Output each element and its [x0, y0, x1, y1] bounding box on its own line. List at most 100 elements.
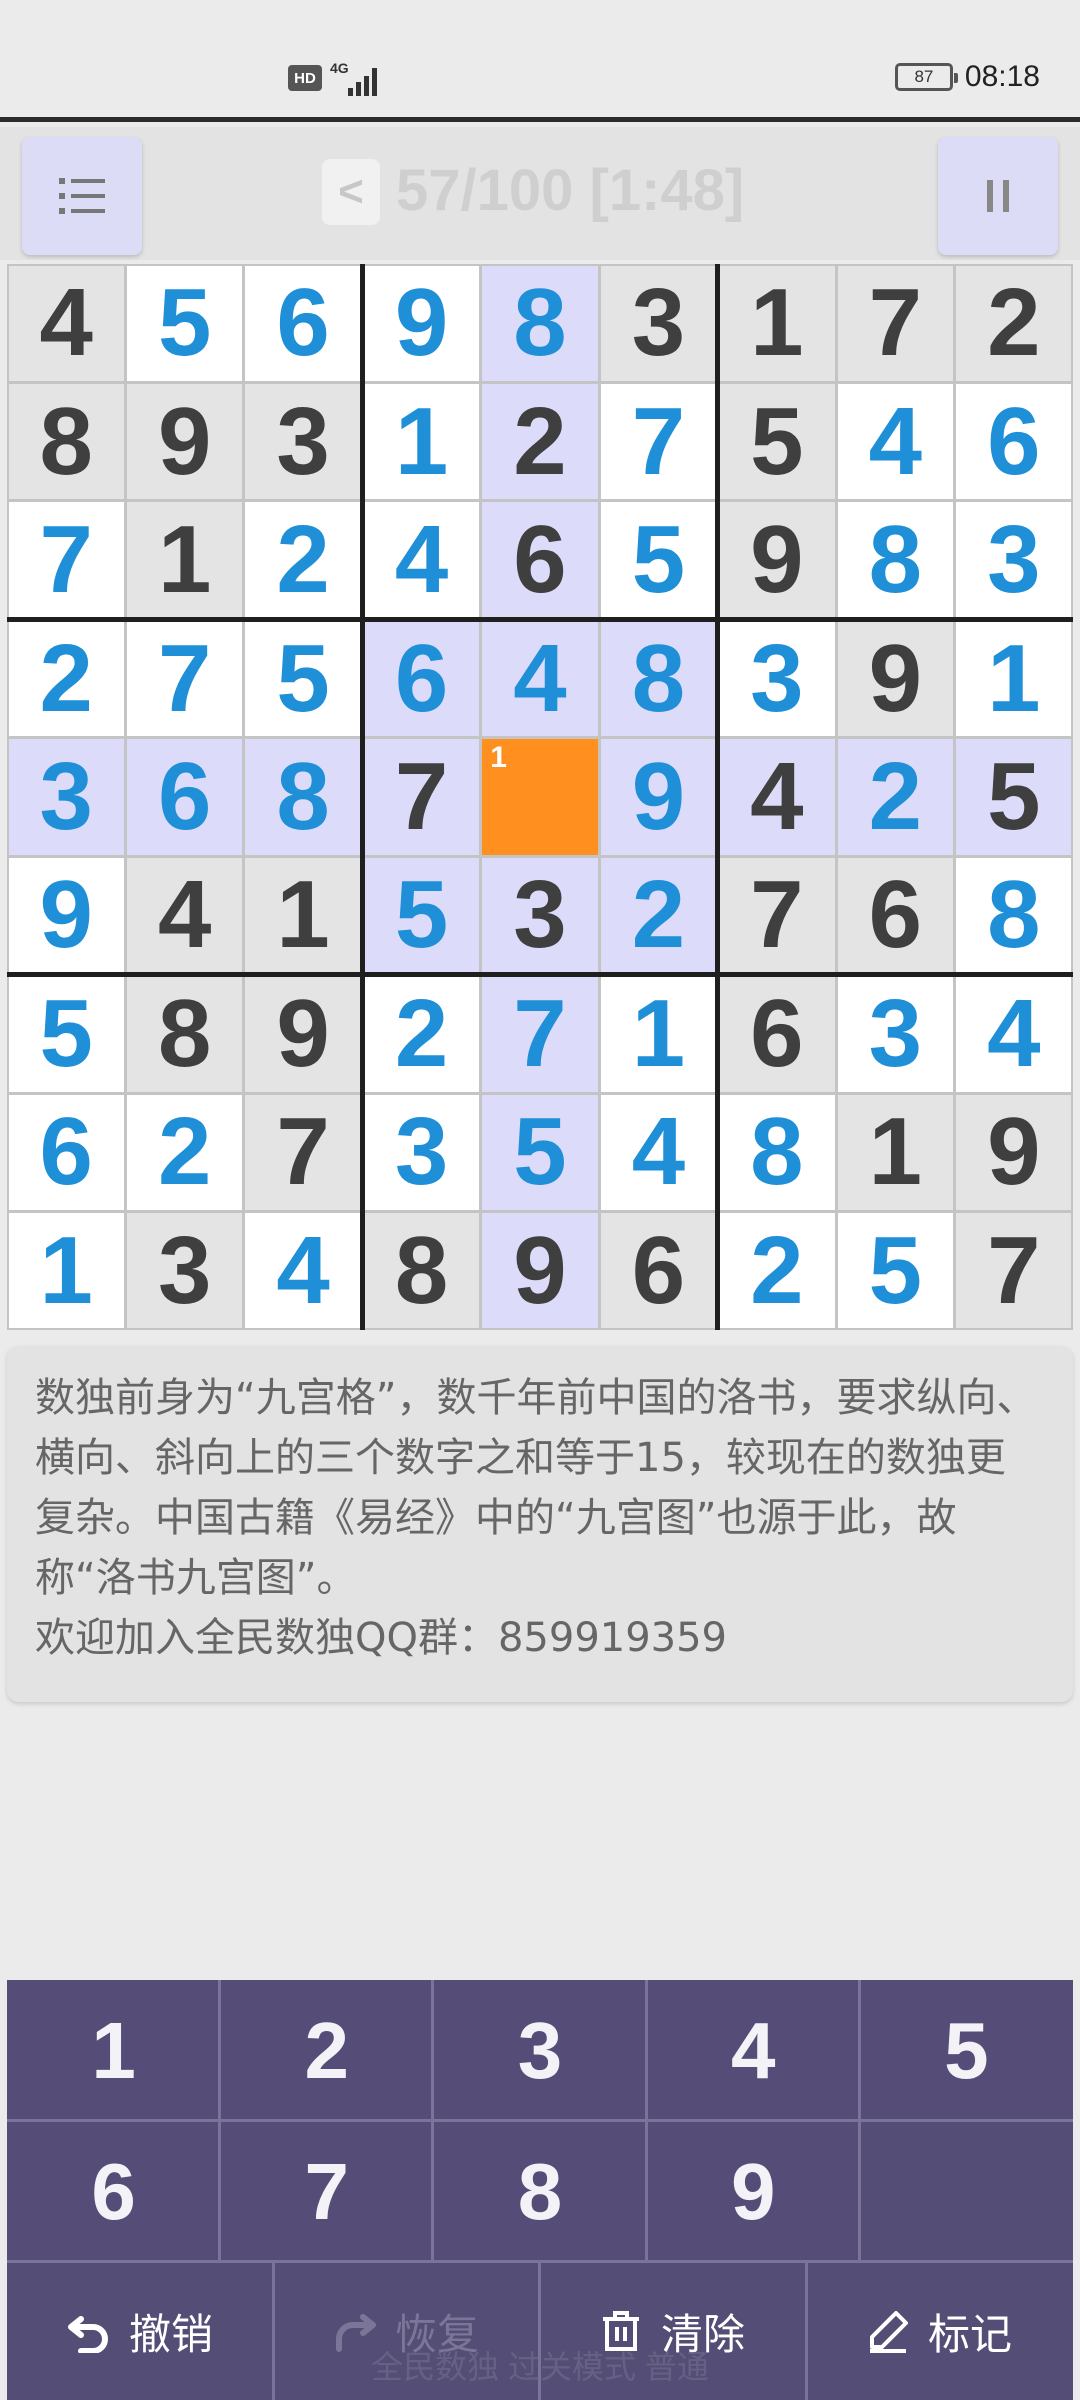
sudoku-cell-r3c4[interactable]: 4: [363, 502, 480, 618]
sudoku-cell-r7c3[interactable]: 9: [245, 976, 361, 1092]
sudoku-cell-r7c8[interactable]: 3: [837, 976, 954, 1092]
sudoku-cell-r1c5[interactable]: 8: [482, 265, 598, 381]
sudoku-cell-r7c7[interactable]: 6: [719, 976, 835, 1092]
menu-button[interactable]: [22, 137, 142, 255]
previous-level-button[interactable]: <: [322, 159, 380, 225]
sudoku-cell-r6c4[interactable]: 5: [363, 857, 480, 974]
sudoku-cell-r8c2[interactable]: 2: [126, 1094, 243, 1211]
sudoku-cell-r6c1[interactable]: 9: [8, 857, 124, 974]
sudoku-cell-r6c6[interactable]: 2: [600, 857, 717, 974]
sudoku-cell-r4c2[interactable]: 7: [126, 620, 243, 737]
sudoku-cell-r8c4[interactable]: 3: [363, 1094, 480, 1211]
sudoku-cell-r6c8[interactable]: 6: [837, 857, 954, 974]
sudoku-cell-r8c5[interactable]: 5: [482, 1094, 598, 1211]
sudoku-cell-r3c2[interactable]: 1: [126, 502, 243, 618]
sudoku-cell-r3c7[interactable]: 9: [719, 502, 835, 618]
sudoku-cell-r2c5[interactable]: 2: [482, 383, 598, 500]
sudoku-cell-r1c2[interactable]: 5: [126, 265, 243, 381]
pause-button[interactable]: [938, 137, 1058, 255]
sudoku-cell-r6c2[interactable]: 4: [126, 857, 243, 974]
signal-icon: 4G: [330, 60, 386, 96]
sudoku-cell-r4c5[interactable]: 4: [482, 620, 598, 737]
sudoku-cell-r1c1[interactable]: 4: [8, 265, 124, 381]
sudoku-cell-r1c9[interactable]: 2: [956, 265, 1072, 381]
sudoku-cell-r1c4[interactable]: 9: [363, 265, 480, 381]
number-keypad: 987654321 撤销 恢复 清除 标记: [7, 1980, 1073, 2400]
sudoku-cell-r5c9[interactable]: 5: [956, 739, 1072, 855]
sudoku-cell-r1c8[interactable]: 7: [837, 265, 954, 381]
sudoku-cell-r2c3[interactable]: 3: [245, 383, 361, 500]
sudoku-cell-r2c6[interactable]: 7: [600, 383, 717, 500]
sudoku-cell-r9c7[interactable]: 2: [719, 1213, 835, 1329]
sudoku-cell-r2c1[interactable]: 8: [8, 383, 124, 500]
sudoku-cell-r5c3[interactable]: 8: [245, 739, 361, 855]
sudoku-cell-r2c2[interactable]: 9: [126, 383, 243, 500]
digit-key-7[interactable]: 7: [220, 2121, 434, 2262]
sudoku-cell-r4c9[interactable]: 1: [956, 620, 1072, 737]
sudoku-cell-r9c6[interactable]: 6: [600, 1213, 717, 1329]
sudoku-cell-r2c4[interactable]: 1: [363, 383, 480, 500]
sudoku-cell-r9c8[interactable]: 5: [837, 1213, 954, 1329]
sudoku-cell-r7c1[interactable]: 5: [8, 976, 124, 1092]
keypad-divider: [431, 2121, 435, 2262]
sudoku-cell-r8c7[interactable]: 8: [719, 1094, 835, 1211]
digit-key-9[interactable]: 9: [646, 2121, 860, 2262]
sudoku-cell-r6c3[interactable]: 1: [245, 857, 361, 974]
sudoku-cell-r5c6[interactable]: 9: [600, 739, 717, 855]
sudoku-cell-r7c6[interactable]: 1: [600, 976, 717, 1092]
sudoku-cell-r4c8[interactable]: 9: [837, 620, 954, 737]
sudoku-cell-r9c1[interactable]: 1: [8, 1213, 124, 1329]
digit-key-5[interactable]: 5: [859, 1980, 1073, 2121]
sudoku-cell-r8c3[interactable]: 7: [245, 1094, 361, 1211]
sudoku-cell-r9c5[interactable]: 9: [482, 1213, 598, 1329]
digit-key-6[interactable]: 6: [7, 2121, 221, 2262]
sudoku-cell-r9c2[interactable]: 3: [126, 1213, 243, 1329]
sudoku-cell-r6c7[interactable]: 7: [719, 857, 835, 974]
sudoku-cell-r3c9[interactable]: 3: [956, 502, 1072, 618]
sudoku-cell-r8c8[interactable]: 1: [837, 1094, 954, 1211]
keypad-divider: [857, 2121, 861, 2262]
sudoku-cell-r4c1[interactable]: 2: [8, 620, 124, 737]
sudoku-cell-r3c3[interactable]: 2: [245, 502, 361, 618]
digit-key-3[interactable]: 3: [433, 1980, 647, 2121]
digit-key-8[interactable]: 8: [433, 2121, 647, 2262]
sudoku-cell-r3c6[interactable]: 5: [600, 502, 717, 618]
sudoku-cell-r8c6[interactable]: 4: [600, 1094, 717, 1211]
digit-key-4[interactable]: 4: [646, 1980, 860, 2121]
sudoku-cell-r8c1[interactable]: 6: [8, 1094, 124, 1211]
sudoku-cell-r2c9[interactable]: 6: [956, 383, 1072, 500]
digit-key-1[interactable]: 1: [7, 1980, 221, 2121]
sudoku-cell-r3c5[interactable]: 6: [482, 502, 598, 618]
sudoku-cell-r7c9[interactable]: 4: [956, 976, 1072, 1092]
sudoku-cell-r5c2[interactable]: 6: [126, 739, 243, 855]
sudoku-cell-r1c3[interactable]: 6: [245, 265, 361, 381]
sudoku-cell-r5c7[interactable]: 4: [719, 739, 835, 855]
sudoku-cell-r1c6[interactable]: 3: [600, 265, 717, 381]
sudoku-cell-r9c9[interactable]: 7: [956, 1213, 1072, 1329]
sudoku-cell-r7c5[interactable]: 7: [482, 976, 598, 1092]
sudoku-cell-r5c8[interactable]: 2: [837, 739, 954, 855]
sudoku-cell-r9c4[interactable]: 8: [363, 1213, 480, 1329]
sudoku-cell-r2c8[interactable]: 4: [837, 383, 954, 500]
sudoku-cell-r8c9[interactable]: 9: [956, 1094, 1072, 1211]
keypad-divider: [431, 1980, 435, 2121]
sudoku-cell-r5c1[interactable]: 3: [8, 739, 124, 855]
sudoku-cell-r6c5[interactable]: 3: [482, 857, 598, 974]
sudoku-cell-r6c9[interactable]: 8: [956, 857, 1072, 974]
sudoku-cell-r3c8[interactable]: 8: [837, 502, 954, 618]
sudoku-cell-r4c4[interactable]: 6: [363, 620, 480, 737]
sudoku-cell-r4c6[interactable]: 8: [600, 620, 717, 737]
sudoku-cell-r4c7[interactable]: 3: [719, 620, 835, 737]
digit-key-2[interactable]: 2: [220, 1980, 434, 2121]
sudoku-cell-r4c3[interactable]: 5: [245, 620, 361, 737]
sudoku-cell-r7c2[interactable]: 8: [126, 976, 243, 1092]
sudoku-cell-r9c3[interactable]: 4: [245, 1213, 361, 1329]
sudoku-cell-r2c7[interactable]: 5: [719, 383, 835, 500]
sudoku-cell-r3c1[interactable]: 7: [8, 502, 124, 618]
network-type: 4G: [330, 60, 349, 76]
sudoku-cell-r7c4[interactable]: 2: [363, 976, 480, 1092]
sudoku-cell-r5c4[interactable]: 7: [363, 739, 480, 855]
sudoku-cell-r1c7[interactable]: 1: [719, 265, 835, 381]
sudoku-cell-r5c5[interactable]: 1: [482, 739, 598, 855]
info-text: 数独前身为“九宫格”，数千年前中国的洛书，要求纵向、横向、斜向上的三个数字之和等…: [35, 1375, 1037, 1661]
